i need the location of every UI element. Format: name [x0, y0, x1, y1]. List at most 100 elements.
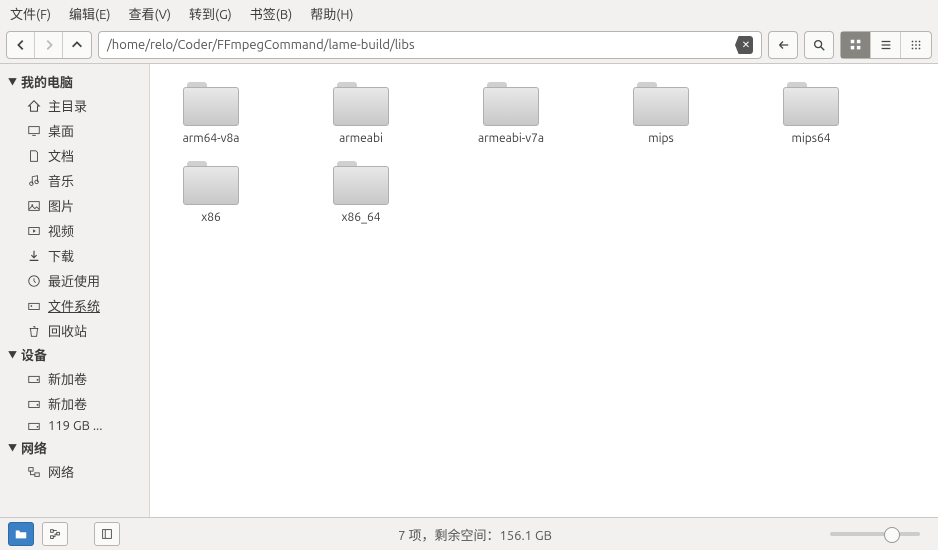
toggle-path-button[interactable]: [768, 31, 798, 59]
close-sidebar-button[interactable]: [94, 522, 120, 546]
sidebar-item-video[interactable]: 视频: [0, 218, 149, 243]
menu-bookmarks[interactable]: 书签(B): [250, 4, 292, 23]
folder-icon: [483, 82, 539, 126]
folder-icon: [183, 82, 239, 126]
folder-label: x86_64: [341, 211, 380, 224]
sidebar-section-head[interactable]: ▼ 我的电脑: [0, 70, 149, 93]
view-compact-button[interactable]: [901, 32, 931, 58]
folder-label: armeabi-v7a: [478, 132, 544, 145]
main-area: ▼我的电脑主目录桌面文档音乐图片视频下载最近使用文件系统回收站▼设备新加卷新加卷…: [0, 64, 938, 517]
sidebar-section-head[interactable]: ▼ 设备: [0, 343, 149, 366]
doc-icon: [26, 149, 42, 163]
show-places-button[interactable]: [8, 522, 34, 546]
sidebar-item-trash[interactable]: 回收站: [0, 318, 149, 343]
sidebar-item-download[interactable]: 下载: [0, 243, 149, 268]
up-button[interactable]: [63, 32, 91, 58]
chevron-down-icon: ▼: [8, 441, 17, 454]
sidebar-item-label: 新加卷: [48, 394, 87, 413]
music-icon: [26, 174, 42, 188]
folder-label: arm64-v8a: [183, 132, 240, 145]
status-text: 7 项，剩余空间：156.1 GB: [128, 525, 822, 544]
sidebar-item-label: 主目录: [48, 96, 87, 115]
sidebar-item-label: 视频: [48, 221, 74, 240]
sidebar-item-label: 文档: [48, 146, 74, 165]
fs-icon: [26, 299, 42, 313]
show-tree-button[interactable]: [42, 522, 68, 546]
chevron-down-icon: ▼: [8, 75, 17, 88]
sidebar-item-drive[interactable]: 新加卷: [0, 366, 149, 391]
sidebar-item-label: 下载: [48, 246, 74, 265]
folder-label: mips64: [791, 132, 830, 145]
trash-icon: [26, 324, 42, 338]
folder-item[interactable]: mips64: [766, 82, 856, 145]
menubar: 文件(F) 编辑(E) 查看(V) 转到(G) 书签(B) 帮助(H): [0, 0, 938, 27]
sidebar-section-title: 网络: [21, 438, 47, 457]
sidebar-item-label: 新加卷: [48, 369, 87, 388]
video-icon: [26, 224, 42, 238]
menu-go[interactable]: 转到(G): [189, 4, 232, 23]
pic-icon: [26, 199, 42, 213]
sidebar-item-doc[interactable]: 文档: [0, 143, 149, 168]
sidebar-item-fs[interactable]: 文件系统: [0, 293, 149, 318]
sidebar-item-label: 最近使用: [48, 271, 100, 290]
sidebar-item-home[interactable]: 主目录: [0, 93, 149, 118]
sidebar-item-recent[interactable]: 最近使用: [0, 268, 149, 293]
toolbar: /home/relo/Coder/FFmpegCommand/lame-buil…: [0, 27, 938, 64]
recent-icon: [26, 274, 42, 288]
folder-item[interactable]: arm64-v8a: [166, 82, 256, 145]
nav-group: [6, 31, 92, 59]
folder-item[interactable]: armeabi-v7a: [466, 82, 556, 145]
sidebar-section-title: 我的电脑: [21, 72, 73, 91]
net-icon: [26, 465, 42, 479]
menu-file[interactable]: 文件(F): [10, 4, 51, 23]
back-button[interactable]: [7, 32, 35, 58]
path-input[interactable]: /home/relo/Coder/FFmpegCommand/lame-buil…: [98, 31, 762, 59]
chevron-down-icon: ▼: [8, 348, 17, 361]
folder-icon: [633, 82, 689, 126]
sidebar-item-drive[interactable]: 新加卷: [0, 391, 149, 416]
drive-icon: [26, 419, 42, 433]
sidebar-item-label: 119 GB ...: [48, 419, 102, 433]
sidebar-section-head[interactable]: ▼ 网络: [0, 436, 149, 459]
folder-item[interactable]: armeabi: [316, 82, 406, 145]
sidebar-item-drive[interactable]: 119 GB ...: [0, 416, 149, 436]
menu-view[interactable]: 查看(V): [129, 4, 171, 23]
folder-item[interactable]: x86_64: [316, 161, 406, 224]
sidebar-item-label: 回收站: [48, 321, 87, 340]
sidebar-item-music[interactable]: 音乐: [0, 168, 149, 193]
forward-button[interactable]: [35, 32, 63, 58]
sidebar: ▼我的电脑主目录桌面文档音乐图片视频下载最近使用文件系统回收站▼设备新加卷新加卷…: [0, 64, 150, 517]
view-icons-button[interactable]: [841, 32, 871, 58]
sidebar-item-label: 音乐: [48, 171, 74, 190]
desktop-icon: [26, 124, 42, 138]
folder-content: arm64-v8a armeabi armeabi-v7a mips mips64 x86…: [150, 64, 938, 517]
sidebar-item-net[interactable]: 网络: [0, 459, 149, 484]
sidebar-item-label: 桌面: [48, 121, 74, 140]
sidebar-item-label: 图片: [48, 196, 74, 215]
sidebar-item-pic[interactable]: 图片: [0, 193, 149, 218]
home-icon: [26, 99, 42, 113]
view-list-button[interactable]: [871, 32, 901, 58]
zoom-slider[interactable]: [830, 532, 920, 536]
sidebar-section-title: 设备: [21, 345, 47, 364]
search-button[interactable]: [804, 31, 834, 59]
sidebar-item-desktop[interactable]: 桌面: [0, 118, 149, 143]
folder-label: armeabi: [339, 132, 383, 145]
folder-item[interactable]: x86: [166, 161, 256, 224]
clear-path-icon[interactable]: ✕: [735, 36, 753, 54]
folder-label: x86: [201, 211, 221, 224]
folder-icon: [333, 161, 389, 205]
view-mode-group: [840, 31, 932, 59]
folder-item[interactable]: mips: [616, 82, 706, 145]
statusbar: 7 项，剩余空间：156.1 GB: [0, 517, 938, 550]
drive-icon: [26, 397, 42, 411]
drive-icon: [26, 372, 42, 386]
menu-edit[interactable]: 编辑(E): [69, 4, 110, 23]
sidebar-item-label: 文件系统: [48, 296, 100, 315]
folder-icon: [333, 82, 389, 126]
download-icon: [26, 249, 42, 263]
path-text: /home/relo/Coder/FFmpegCommand/lame-buil…: [107, 38, 735, 52]
folder-icon: [183, 161, 239, 205]
menu-help[interactable]: 帮助(H): [310, 4, 353, 23]
sidebar-item-label: 网络: [48, 462, 74, 481]
